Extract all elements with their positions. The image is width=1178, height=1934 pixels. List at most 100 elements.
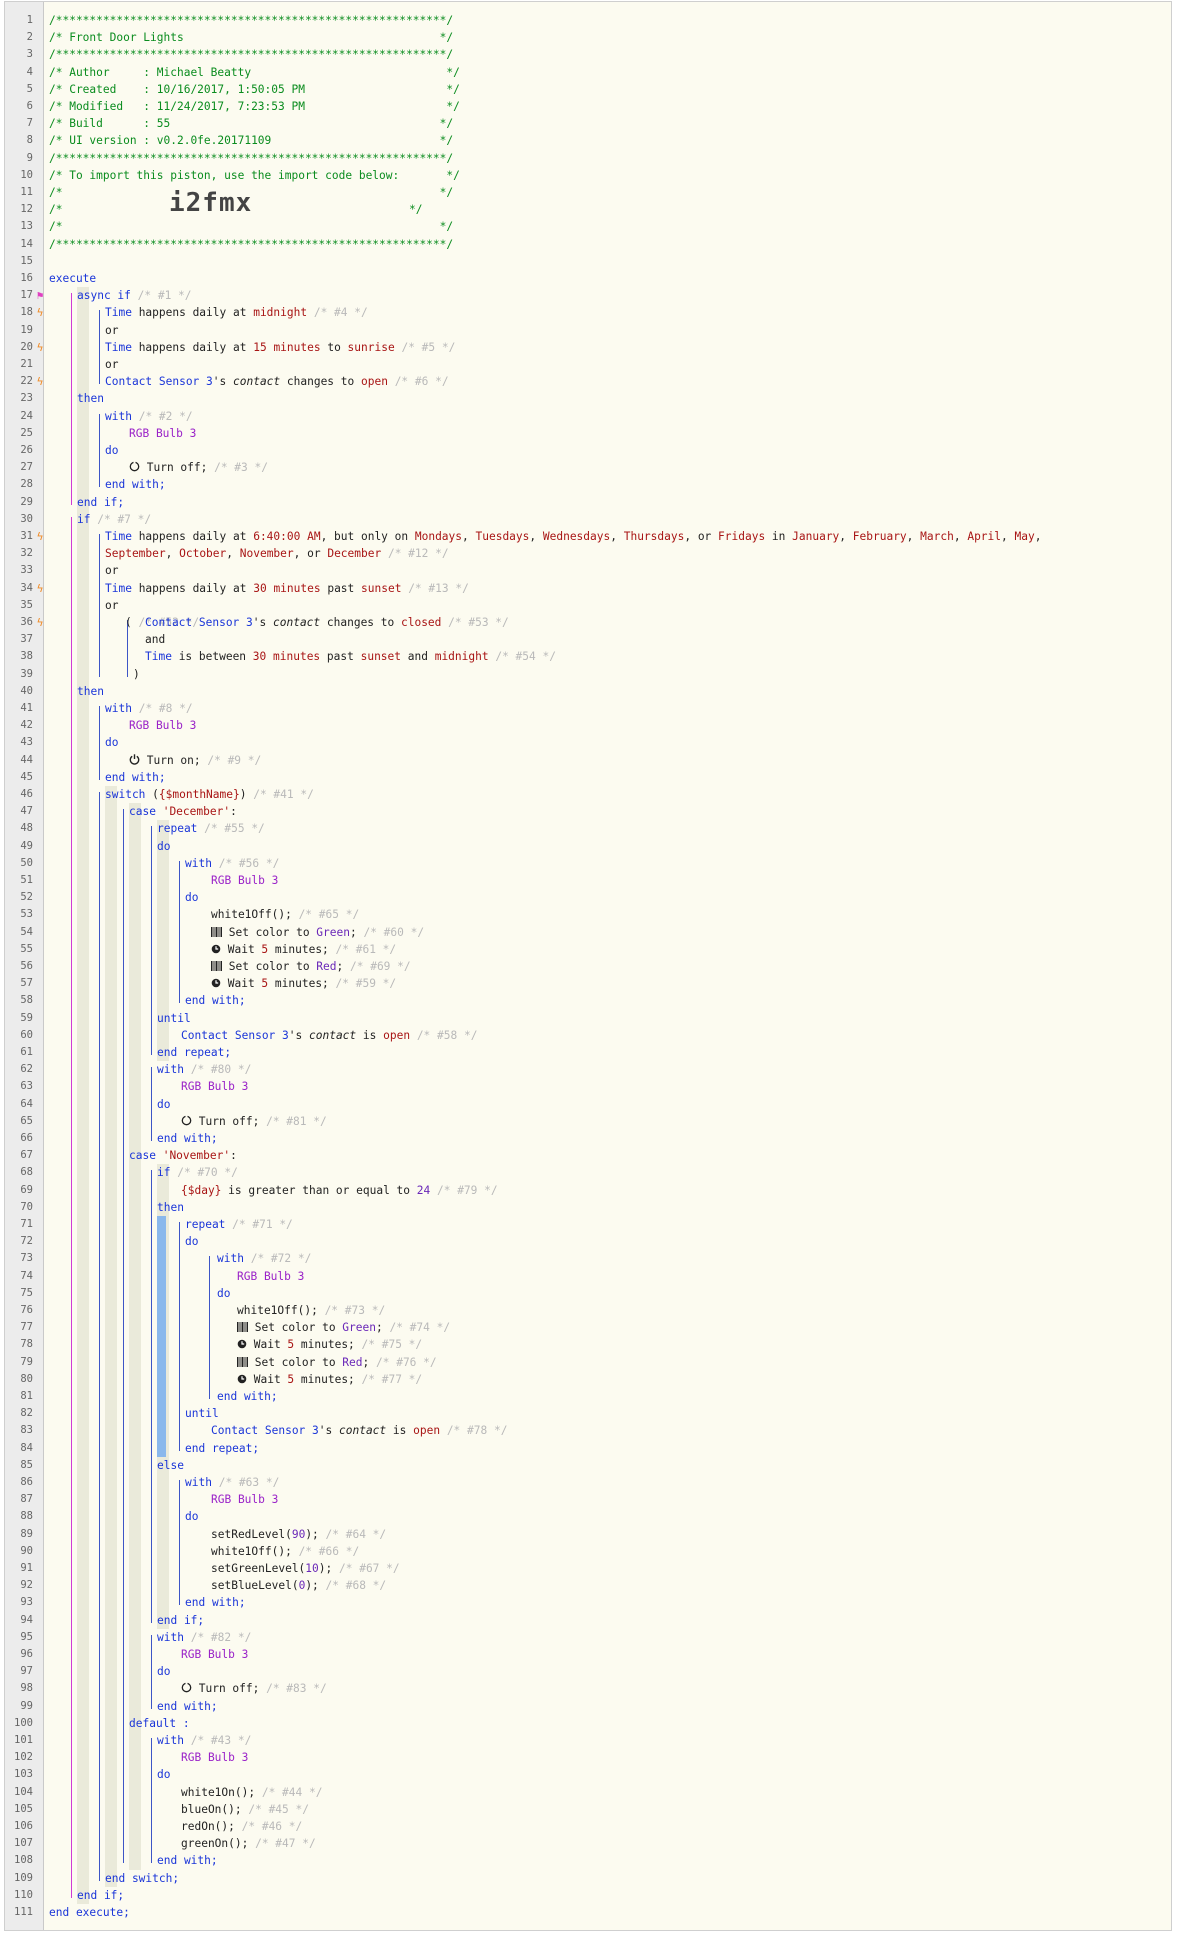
code-line[interactable]: 80 Wait 5 minutes; /* #77 */ — [5, 1371, 1171, 1388]
code-line[interactable]: 21 or — [5, 356, 1171, 373]
code-line[interactable]: 65 Turn off; /* #81 */ — [5, 1113, 1171, 1130]
code-line[interactable]: 106 redOn(); /* #46 */ — [5, 1818, 1171, 1835]
code-line[interactable]: 29 end if; — [5, 494, 1171, 511]
code-line[interactable]: 47 case 'December': — [5, 803, 1171, 820]
code-line[interactable]: 48 repeat /* #55 */ — [5, 820, 1171, 837]
code-line[interactable]: 82 until — [5, 1405, 1171, 1422]
code-line[interactable]: 75 do — [5, 1285, 1171, 1302]
code-line[interactable]: 58 end with; — [5, 992, 1171, 1009]
code-line[interactable]: 53 white1Off(); /* #65 */ — [5, 906, 1171, 923]
code-line[interactable]: 93 end with; — [5, 1594, 1171, 1611]
code-line[interactable]: 22 ϟ Contact Sensor 3's contact changes to… — [5, 373, 1171, 390]
code-line[interactable]: 73 with /* #72 */ — [5, 1250, 1171, 1267]
code-line[interactable]: 83 Contact Sensor 3's contact is open /* … — [5, 1422, 1171, 1439]
code-line[interactable]: 16 execute — [5, 270, 1171, 287]
code-line[interactable]: 32 September, October, November, or Decem… — [5, 545, 1171, 562]
code-line[interactable]: 33 or — [5, 562, 1171, 579]
code-line[interactable]: 57 Wait 5 minutes; /* #59 */ — [5, 975, 1171, 992]
code-line[interactable]: 56 Set color to Red; /* #69 */ — [5, 958, 1171, 975]
code-line[interactable]: 90 white1Off(); /* #66 */ — [5, 1543, 1171, 1560]
code-line[interactable]: 54 Set color to Green; /* #60 */ — [5, 924, 1171, 941]
code-line[interactable]: 30 if /* #7 */ — [5, 511, 1171, 528]
code-line[interactable]: 15 — [5, 253, 1171, 270]
code-line[interactable]: 60 Contact Sensor 3's contact is open /* … — [5, 1027, 1171, 1044]
code-line[interactable]: 7 /* Build : 55 */ — [5, 115, 1171, 132]
code-line[interactable]: 78 Wait 5 minutes; /* #75 */ — [5, 1336, 1171, 1353]
code-line[interactable]: 23 then — [5, 390, 1171, 407]
code-line[interactable]: 31 ϟ Time happens daily at 6:40:00 AM, but… — [5, 528, 1171, 545]
code-line[interactable]: 20 ϟ Time happens daily at 15 minutes to s… — [5, 339, 1171, 356]
code-line[interactable]: 50 with /* #56 */ — [5, 855, 1171, 872]
code-line[interactable]: 14 /*************************************… — [5, 236, 1171, 253]
code-line[interactable]: 89 setRedLevel(90); /* #64 */ — [5, 1526, 1171, 1543]
code-line[interactable]: 92 setBlueLevel(0); /* #68 */ — [5, 1577, 1171, 1594]
code-line[interactable]: 69 {$day} is greater than or equal to 24 … — [5, 1182, 1171, 1199]
code-line[interactable]: 26 do — [5, 442, 1171, 459]
code-line[interactable]: 35 or — [5, 597, 1171, 614]
code-line[interactable]: 28 end with; — [5, 476, 1171, 493]
code-line[interactable]: 98 Turn off; /* #83 */ — [5, 1680, 1171, 1697]
code-line[interactable]: 38 Time is between 30 minutes past sunset… — [5, 648, 1171, 665]
code-line[interactable]: 52 do — [5, 889, 1171, 906]
code-line[interactable]: 101 with /* #43 */ — [5, 1732, 1171, 1749]
code-line[interactable]: 5 /* Created : 10/16/2017, 1:50:05 PM */ — [5, 81, 1171, 98]
code-line[interactable]: 2 /* Front Door Lights */ — [5, 29, 1171, 46]
code-line[interactable]: 45 end with; — [5, 769, 1171, 786]
code-line[interactable]: 25 RGB Bulb 3 — [5, 425, 1171, 442]
code-line[interactable]: 51 RGB Bulb 3 — [5, 872, 1171, 889]
code-line[interactable]: 55 Wait 5 minutes; /* #61 */ — [5, 941, 1171, 958]
code-line[interactable]: 64 do — [5, 1096, 1171, 1113]
code-line[interactable]: 37 and — [5, 631, 1171, 648]
code-line[interactable]: 85 else — [5, 1457, 1171, 1474]
code-line[interactable]: 34 ϟ Time happens daily at 30 minutes past… — [5, 580, 1171, 597]
code-line[interactable]: 9 /**************************************… — [5, 150, 1171, 167]
code-line[interactable]: 84 end repeat; — [5, 1440, 1171, 1457]
code-line[interactable]: 74 RGB Bulb 3 — [5, 1268, 1171, 1285]
code-line[interactable]: 96 RGB Bulb 3 — [5, 1646, 1171, 1663]
code-line[interactable]: 61 end repeat; — [5, 1044, 1171, 1061]
code-line[interactable]: 104 white1On(); /* #44 */ — [5, 1784, 1171, 1801]
code-line[interactable]: 41 with /* #8 */ — [5, 700, 1171, 717]
code-line[interactable]: 94 end if; — [5, 1612, 1171, 1629]
code-line[interactable]: 81 end with; — [5, 1388, 1171, 1405]
code-line[interactable]: 10 /* To import this piston, use the impo… — [5, 167, 1171, 184]
code-line[interactable]: 70 then — [5, 1199, 1171, 1216]
code-line[interactable]: 99 end with; — [5, 1698, 1171, 1715]
code-line[interactable]: 6 /* Modified : 11/24/2017, 7:23:53 PM */ — [5, 98, 1171, 115]
code-line[interactable]: 110 end if; — [5, 1887, 1171, 1904]
code-line[interactable]: 105 blueOn(); /* #45 */ — [5, 1801, 1171, 1818]
code-line[interactable]: 59 until — [5, 1010, 1171, 1027]
code-line[interactable]: 100 default : — [5, 1715, 1171, 1732]
code-line[interactable]: 12 /* i2fmx */ — [5, 190, 1171, 218]
code-line[interactable]: 88 do — [5, 1508, 1171, 1525]
code-line[interactable]: 103 do — [5, 1766, 1171, 1783]
code-line[interactable]: 68 if /* #70 */ — [5, 1164, 1171, 1181]
code-line[interactable]: 36 ϟ( /* #52 */Contact Sensor 3's contact… — [5, 614, 1171, 631]
code-line[interactable]: 40 then — [5, 683, 1171, 700]
code-line[interactable]: 108 end with; — [5, 1852, 1171, 1869]
code-line[interactable]: 13 /* */ — [5, 218, 1171, 235]
code-line[interactable]: 63 RGB Bulb 3 — [5, 1078, 1171, 1095]
code-line[interactable]: 86 with /* #63 */ — [5, 1474, 1171, 1491]
code-line[interactable]: 111 end execute; — [5, 1904, 1171, 1921]
code-line[interactable]: 109 end switch; — [5, 1870, 1171, 1887]
code-line[interactable]: 24 with /* #2 */ — [5, 408, 1171, 425]
code-line[interactable]: 102 RGB Bulb 3 — [5, 1749, 1171, 1766]
code-line[interactable]: 46 switch ({$monthName}) /* #41 */ — [5, 786, 1171, 803]
code-line[interactable]: 72 do — [5, 1233, 1171, 1250]
code-line[interactable]: 27 Turn off; /* #3 */ — [5, 459, 1171, 476]
code-line[interactable]: 87 RGB Bulb 3 — [5, 1491, 1171, 1508]
code-line[interactable]: 107 greenOn(); /* #47 */ — [5, 1835, 1171, 1852]
code-line[interactable]: 3 /**************************************… — [5, 46, 1171, 63]
import-code[interactable]: i2fmx — [169, 190, 252, 216]
code-line[interactable]: 79 Set color to Red; /* #76 */ — [5, 1354, 1171, 1371]
code-line[interactable]: 43 do — [5, 734, 1171, 751]
code-line[interactable]: 77 Set color to Green; /* #74 */ — [5, 1319, 1171, 1336]
code-line[interactable]: 4 /* Author : Michael Beatty */ — [5, 64, 1171, 81]
code-line[interactable]: 8 /* UI version : v0.2.0fe.20171109 */ — [5, 132, 1171, 149]
code-line[interactable]: 44 Turn on; /* #9 */ — [5, 752, 1171, 769]
code-line[interactable]: 76 white1Off(); /* #73 */ — [5, 1302, 1171, 1319]
code-line[interactable]: 42 RGB Bulb 3 — [5, 717, 1171, 734]
code-line[interactable]: 91 setGreenLevel(10); /* #67 */ — [5, 1560, 1171, 1577]
code-line[interactable]: 39) — [5, 666, 1171, 683]
